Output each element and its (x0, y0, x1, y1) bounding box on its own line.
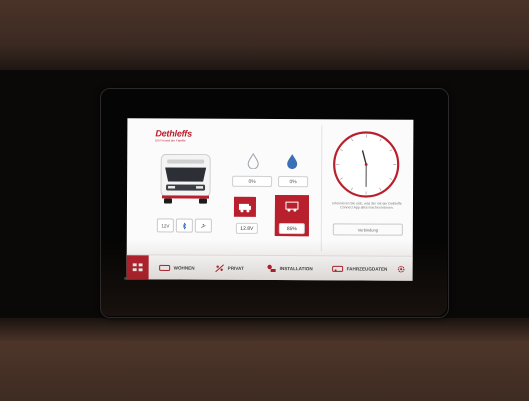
brand-logo: Dethleffs (155, 128, 192, 139)
bluetooth-chip[interactable] (175, 218, 193, 233)
nav-privat[interactable]: PRIVAT (215, 263, 244, 273)
fresh-water-value: 0% (232, 175, 273, 188)
waste-water-icon (287, 154, 298, 170)
connect-info-text: Informieren Sie sich, was Sie mit der De… (332, 201, 402, 211)
connect-button[interactable]: Verbindung (332, 223, 403, 236)
living-battery-value: 85% (278, 223, 305, 235)
fresh-water-icon (247, 152, 259, 169)
home-button[interactable] (126, 255, 149, 281)
nav-wohnen[interactable]: WOHNEN (159, 262, 195, 272)
analog-clock (333, 131, 400, 198)
privat-icon (215, 263, 224, 272)
motorhome-front-image (160, 154, 211, 204)
voltage-chip[interactable]: 12V (156, 218, 174, 233)
wall-background-bottom (0, 318, 529, 401)
panel-divider (320, 125, 323, 252)
nav-label-installation: INSTALLATION (279, 265, 313, 271)
touch-screen: Dethleffs Ein Freund der Familie 12V 0% … (126, 118, 414, 281)
vehicle-data-icon (332, 265, 344, 272)
settings-gear-icon[interactable] (397, 265, 406, 274)
nav-label-wohnen: WOHNEN (173, 264, 195, 271)
leveling-chip[interactable] (194, 218, 212, 233)
leveling-icon (201, 223, 206, 228)
nav-installation[interactable]: INSTALLATION (267, 263, 313, 273)
vehicle-battery-tile[interactable] (233, 196, 257, 217)
bottom-navigation: WOHNEN PRIVAT INSTALLATION FAHRZEUGDATEN (126, 254, 413, 281)
home-grid-icon (132, 263, 143, 272)
nav-label-fahrzeugdaten: FAHRZEUGDATEN (346, 265, 388, 272)
vehicle-battery-value: 12.8V (235, 222, 258, 234)
wall-background-top (0, 0, 529, 74)
installation-icon (267, 264, 276, 272)
living-battery-icon (285, 201, 299, 212)
waste-water-value: 0% (278, 176, 309, 188)
vehicle-battery-icon (238, 203, 251, 212)
nav-fahrzeugdaten[interactable]: FAHRZEUGDATEN (332, 263, 388, 273)
brand-tagline: Ein Freund der Familie (155, 138, 186, 143)
bluetooth-icon (182, 222, 187, 230)
nav-label-privat: PRIVAT (227, 265, 244, 271)
living-icon (159, 264, 171, 271)
